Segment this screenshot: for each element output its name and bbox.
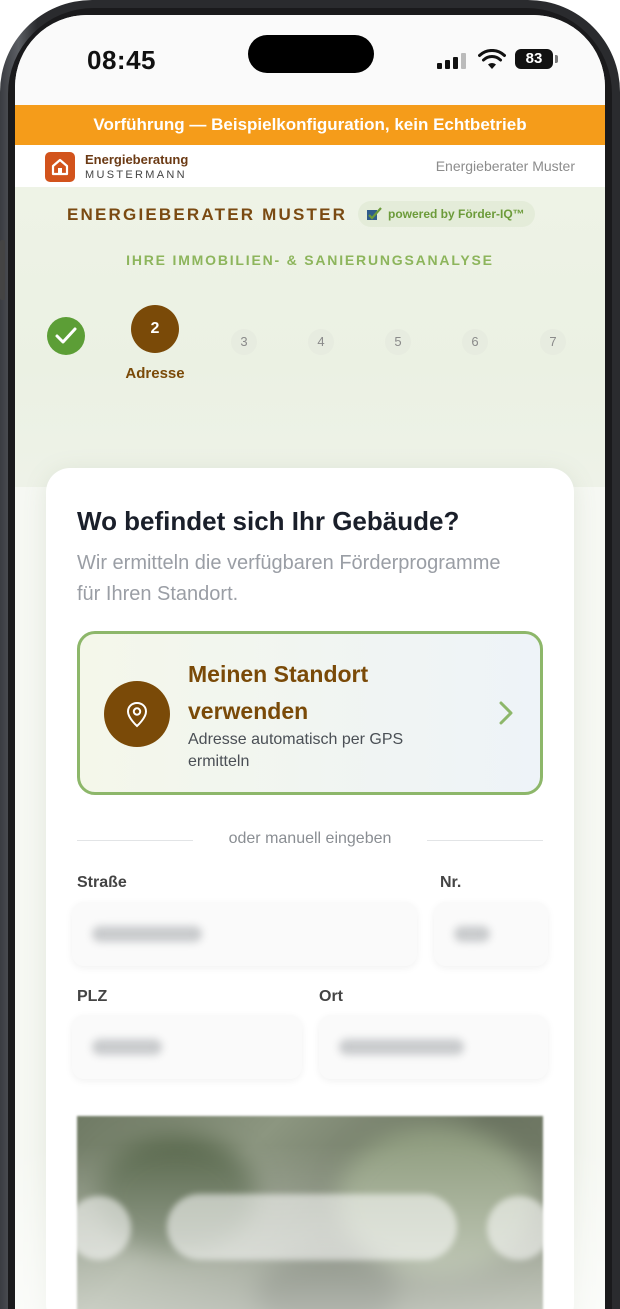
screen: 08:45 83 Vorführung — Beispielkonfigurat… (15, 15, 605, 1309)
signal-icon (437, 53, 467, 69)
wifi-icon (478, 49, 506, 69)
step-2-label: Adresse (125, 365, 185, 382)
city-label: Ort (319, 988, 343, 1005)
status-time: 08:45 (87, 45, 156, 75)
number-label: Nr. (440, 874, 462, 891)
check-icon (55, 327, 77, 344)
advisor-name: Energieberater Muster (435, 158, 575, 174)
brand-bar: Energieberatung MUSTERMANN Energieberate… (15, 145, 605, 187)
hero-title: ENERGIEBERATER MUSTER (67, 205, 348, 224)
manual-divider: oder manuell eingeben (77, 830, 543, 850)
house-icon[interactable] (45, 152, 75, 182)
brand-name: Energieberatung (85, 152, 189, 167)
battery-tip (555, 55, 558, 63)
divider-line-right (427, 840, 543, 841)
city-value-blurred (339, 1039, 464, 1055)
card-description: Wir ermitteln die verfügbaren Förderprog… (77, 552, 501, 605)
progress-stepper: 2 Adresse 3 4 5 6 7 (15, 305, 605, 417)
step-6: 6 (462, 329, 488, 355)
hero-subtitle: IHRE IMMOBILIEN- & SANIERUNGSANALYSE (126, 252, 494, 268)
street-value-blurred (92, 926, 202, 942)
step-2-active[interactable]: 2 (131, 305, 179, 353)
gps-description: Adresse automatisch per GPS ermitteln (188, 731, 404, 770)
card-title: Wo befindet sich Ihr Gebäude? (77, 506, 460, 536)
chevron-right-icon (499, 701, 513, 725)
hero-header: ENERGIEBERATER MUSTER powered by Förder-… (15, 187, 605, 487)
house-number-input[interactable] (434, 902, 548, 966)
status-bar: 08:45 83 (15, 15, 605, 105)
demo-banner: Vorführung — Beispielkonfiguration, kein… (15, 105, 605, 145)
battery-icon: 83 (515, 49, 553, 69)
divider-text: oder manuell eingeben (228, 830, 392, 847)
step-5: 5 (385, 329, 411, 355)
step-3: 3 (231, 329, 257, 355)
zip-input[interactable] (72, 1015, 302, 1079)
bottom-fade (15, 1145, 605, 1309)
step-1-completed[interactable] (47, 317, 85, 355)
powered-by-text: powered by Förder-IQ™ (388, 207, 525, 221)
number-value-blurred (454, 926, 490, 942)
city-input[interactable] (319, 1015, 548, 1079)
street-label: Straße (77, 874, 127, 891)
zip-label: PLZ (77, 988, 108, 1005)
step-7: 7 (540, 329, 566, 355)
powered-by-badge: powered by Förder-IQ™ (358, 201, 535, 227)
side-button (0, 240, 5, 300)
zip-value-blurred (92, 1039, 162, 1055)
check-icon (367, 207, 382, 220)
gps-title: Meinen Standort verwenden (188, 661, 369, 724)
step-4: 4 (308, 329, 334, 355)
dynamic-island (248, 35, 374, 73)
street-input[interactable] (72, 902, 417, 966)
location-pin-icon (104, 681, 170, 747)
brand-subname: MUSTERMANN (85, 169, 187, 181)
use-location-button[interactable]: Meinen Standort verwenden Adresse automa… (77, 631, 543, 795)
